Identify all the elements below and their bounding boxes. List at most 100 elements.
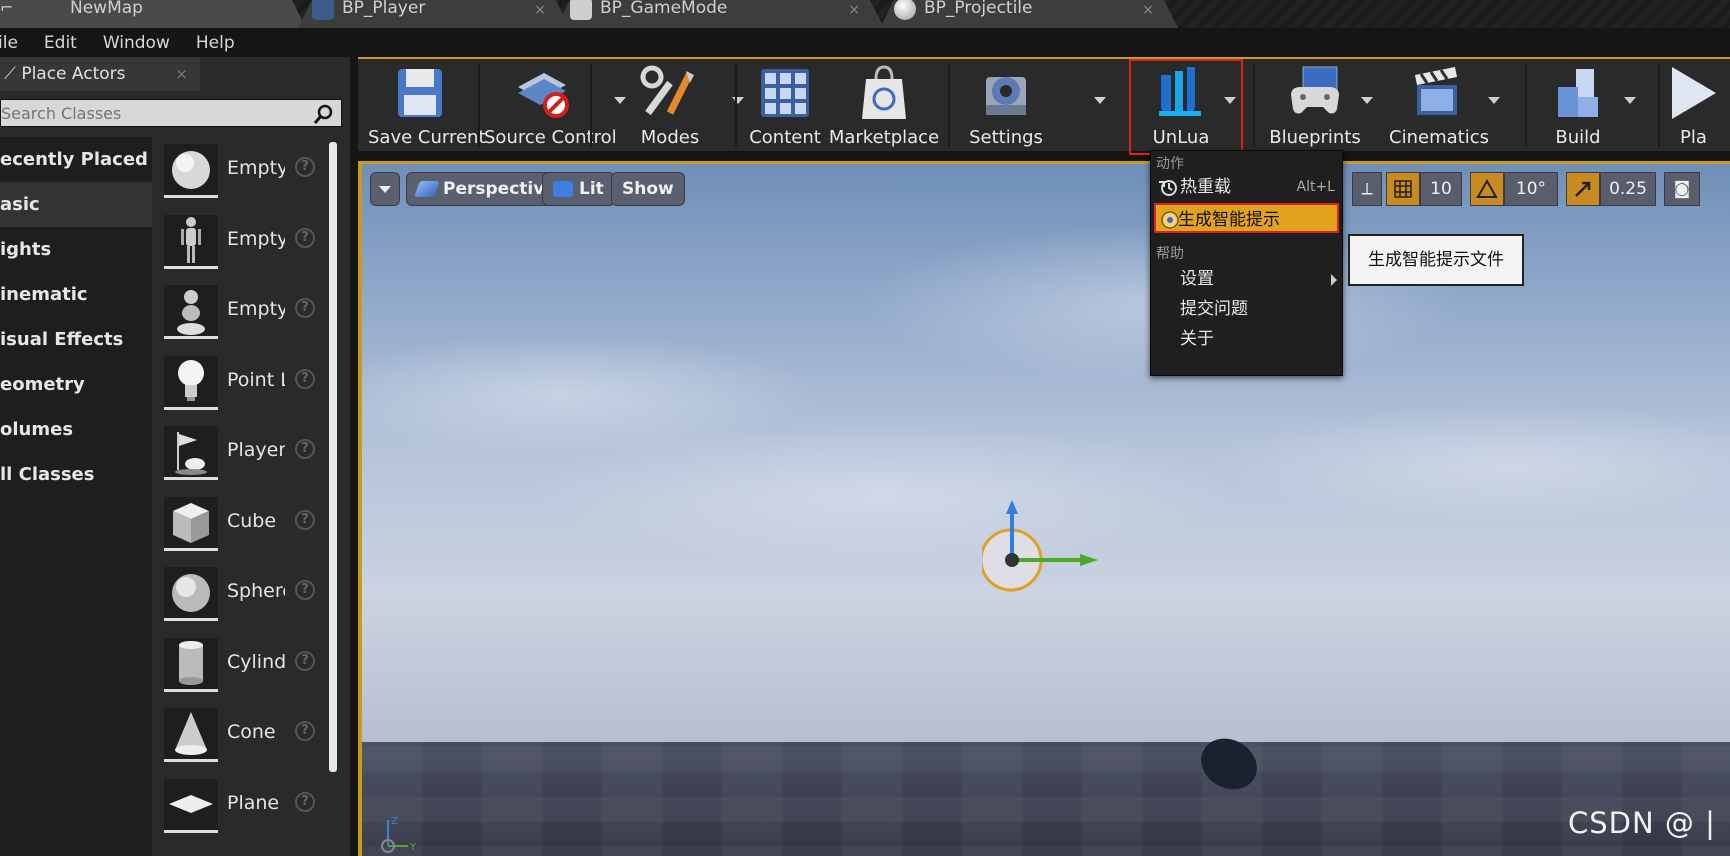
menu-help[interactable]: Help (196, 33, 235, 53)
menu-window[interactable]: Window (103, 33, 170, 53)
close-icon[interactable]: × (848, 0, 860, 20)
grid-snap-toggle[interactable] (1386, 172, 1420, 206)
transform-gizmo[interactable] (982, 500, 1102, 620)
toolbar-label: Source Control (484, 127, 617, 148)
help-icon[interactable]: ? (295, 439, 315, 459)
gizmo-center[interactable] (1005, 553, 1019, 567)
close-icon[interactable]: × (1142, 0, 1154, 20)
close-icon[interactable]: × (534, 0, 546, 20)
rotation-snap-toggle[interactable] (1470, 172, 1504, 206)
help-icon[interactable]: ? (295, 721, 315, 741)
blueprints-button[interactable]: Blueprints (1260, 59, 1370, 151)
marketplace-button[interactable]: Marketplace (828, 59, 940, 151)
tab-bp-projectile[interactable]: BP_Projectile × (880, 0, 1178, 28)
actor-item-cube[interactable]: Cube ? (158, 494, 330, 565)
help-icon[interactable]: ? (295, 227, 315, 248)
help-icon[interactable]: ? (295, 580, 315, 600)
help-icon[interactable]: ? (295, 157, 315, 177)
menu-file[interactable]: ile (0, 33, 18, 53)
search-icon[interactable] (313, 103, 335, 129)
help-icon[interactable]: ? (295, 298, 315, 318)
menu-item-about[interactable]: 关于 (1154, 324, 1339, 354)
actor-item-plane[interactable]: Plane ? (158, 776, 330, 847)
scale-snap-value[interactable]: 0.25 (1600, 172, 1656, 206)
category-basic[interactable]: asic (0, 182, 152, 227)
actor-list-scrollbar[interactable] (329, 142, 337, 772)
actor-list: Empty ? Empty ? Empty ? Point L ? Player… (158, 141, 330, 846)
help-icon[interactable]: ? (295, 791, 315, 812)
menu-section-help: 帮助 (1156, 246, 1184, 262)
tab-bp-player[interactable]: BP_Player × (298, 0, 570, 28)
cylinder-icon (164, 637, 218, 692)
surface-snap-button[interactable]: ⟂ (1352, 172, 1382, 206)
build-button[interactable]: Build (1528, 59, 1628, 151)
save-current-button[interactable]: Save Current (368, 59, 486, 151)
place-actors-icon: ⟋ (4, 64, 22, 84)
menu-item-generate-intellisense[interactable]: 生成智能提示 (1154, 203, 1339, 233)
pawn-thumbnail-icon (164, 285, 218, 339)
grid-icon (1394, 180, 1412, 198)
actor-item-empty-actor[interactable]: Empty ? (158, 141, 330, 212)
level-viewport[interactable]: Perspective Lit Show ⟂ 10 10° 0.25 ◙ Z Y (358, 161, 1730, 856)
actor-name: Empty (227, 227, 285, 250)
actor-item-cylinder[interactable]: Cylinde ? (158, 635, 330, 706)
hot-reload-icon (1159, 180, 1177, 196)
actor-item-empty-character[interactable]: Empty ? (158, 212, 330, 283)
play-button[interactable]: Pla (1664, 59, 1730, 151)
submenu-arrow-icon (1331, 274, 1337, 286)
modes-dropdown-icon[interactable] (732, 97, 744, 104)
actor-item-sphere[interactable]: Sphere ? (158, 564, 330, 635)
actor-item-point-light[interactable]: Point L ? (158, 353, 330, 424)
cone-icon (164, 708, 218, 762)
category-volumes[interactable]: olumes (0, 407, 152, 452)
search-input[interactable] (1, 100, 301, 126)
source-control-button[interactable]: Source Control (484, 59, 617, 151)
menu-item-submit-issue[interactable]: 提交问题 (1154, 294, 1339, 324)
menu-item-settings[interactable]: 设置 (1154, 264, 1339, 294)
category-all-classes[interactable]: ll Classes (0, 452, 152, 497)
modes-tools-icon (640, 65, 694, 116)
cinematics-dropdown-icon[interactable] (1488, 97, 1500, 104)
tab-bp-gamemode[interactable]: BP_GameMode × (556, 0, 884, 28)
place-actors-tab[interactable]: ⟋ Place Actors × (0, 57, 200, 91)
toolbar-separator (1253, 63, 1255, 147)
search-classes-field[interactable] (0, 99, 342, 127)
toolbar-label: Content (749, 127, 821, 148)
floppy-disk-icon (398, 69, 442, 117)
actor-name: Point L (227, 368, 285, 391)
category-cinematic[interactable]: inematic (0, 272, 152, 317)
actor-item-cone[interactable]: Cone ? (158, 705, 330, 776)
actor-item-empty-pawn[interactable]: Empty ? (158, 282, 330, 353)
actor-item-player-start[interactable]: Player ? (158, 423, 330, 494)
category-lights[interactable]: ights (0, 227, 152, 272)
category-visual-effects[interactable]: isual Effects (0, 317, 152, 362)
camera-speed-button[interactable]: ◙ (1664, 172, 1700, 206)
lit-button[interactable]: Lit (542, 172, 615, 206)
close-icon[interactable]: × (175, 57, 188, 91)
tab-newmap[interactable]: ⌐ NewMap (0, 0, 306, 28)
category-recently-placed[interactable]: ecently Placed (0, 137, 152, 182)
help-icon[interactable]: ? (295, 509, 315, 530)
blueprints-dropdown-icon[interactable] (1361, 97, 1373, 104)
grid-snap-value[interactable]: 10 (1420, 172, 1462, 206)
help-icon[interactable]: ? (295, 650, 315, 671)
modes-button[interactable]: Modes (618, 59, 722, 151)
category-geometry[interactable]: eometry (0, 362, 152, 407)
build-dropdown-icon[interactable] (1624, 97, 1636, 104)
actor-name: Plane (227, 791, 280, 814)
show-button[interactable]: Show (611, 172, 685, 206)
source-control-icon (518, 73, 569, 118)
content-button[interactable]: Content (745, 59, 825, 151)
settings-dropdown-icon[interactable] (1094, 97, 1106, 104)
cinematics-button[interactable]: Cinematics (1384, 59, 1494, 151)
rotation-snap-value[interactable]: 10° (1504, 172, 1558, 206)
menu-edit[interactable]: Edit (44, 33, 77, 53)
actor-name: Cube (227, 509, 277, 532)
category-list: ecently Placed asic ights inematic isual… (0, 137, 152, 856)
tab-label: NewMap (70, 0, 143, 18)
help-icon[interactable]: ? (295, 368, 315, 389)
scale-snap-toggle[interactable] (1566, 172, 1600, 206)
viewport-options-button[interactable] (370, 172, 400, 206)
settings-button[interactable]: Settings (956, 59, 1056, 151)
menu-item-hot-reload[interactable]: 热重载 Alt+L (1154, 172, 1339, 202)
